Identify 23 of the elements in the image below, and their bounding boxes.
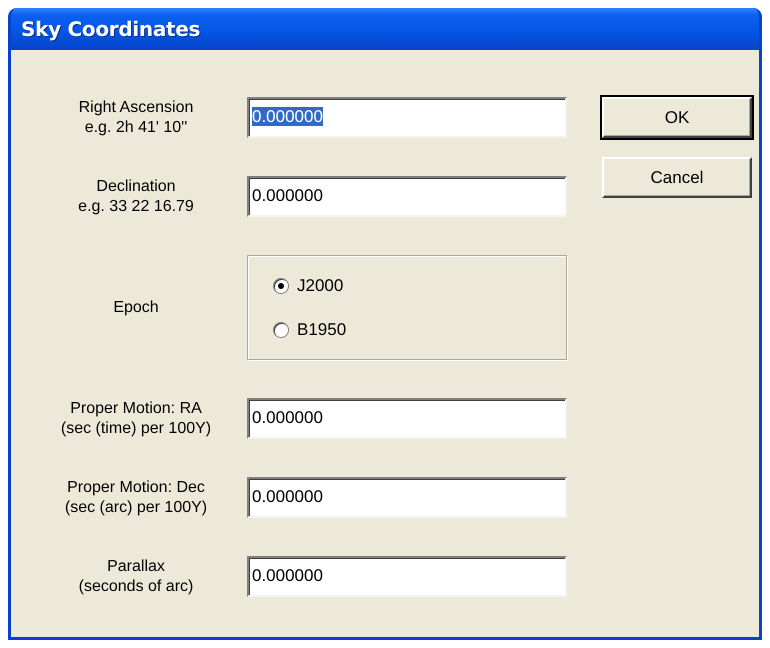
input-field[interactable]: 0.000000 — [247, 477, 567, 518]
hint-text: (sec (time) per 100Y) — [60, 418, 212, 438]
field-label: Parallax — [107, 556, 165, 576]
field-label: Declination — [96, 176, 176, 196]
hint-text: e.g. 33 22 16.79 — [78, 196, 194, 216]
radio-label[interactable]: J2000 — [297, 276, 344, 296]
radio-button[interactable] — [273, 322, 289, 338]
hint-text: (sec (arc) per 100Y) — [64, 498, 208, 518]
field-label: Epoch — [113, 298, 159, 318]
field-label: Proper Motion: RA — [70, 398, 202, 418]
radio-label[interactable]: B1950 — [297, 320, 346, 340]
input-field[interactable]: 0.000000 — [247, 176, 567, 217]
field-label: Proper Motion: Dec — [67, 478, 205, 498]
hint-text: e.g. 2h 41' 10'' — [84, 118, 188, 138]
field-label: Right Ascension — [78, 98, 194, 118]
hint-text: (seconds of arc) — [78, 576, 194, 596]
window-title: Sky Coordinates — [21, 17, 200, 41]
radio-button[interactable] — [273, 278, 289, 294]
dialog-button[interactable]: Cancel — [602, 157, 752, 198]
default-button[interactable]: OK — [602, 97, 752, 138]
input-field[interactable]: 0.000000 — [247, 556, 567, 597]
input-field[interactable]: 0.000000 — [247, 97, 567, 138]
input-field[interactable]: 0.000000 — [247, 398, 567, 439]
